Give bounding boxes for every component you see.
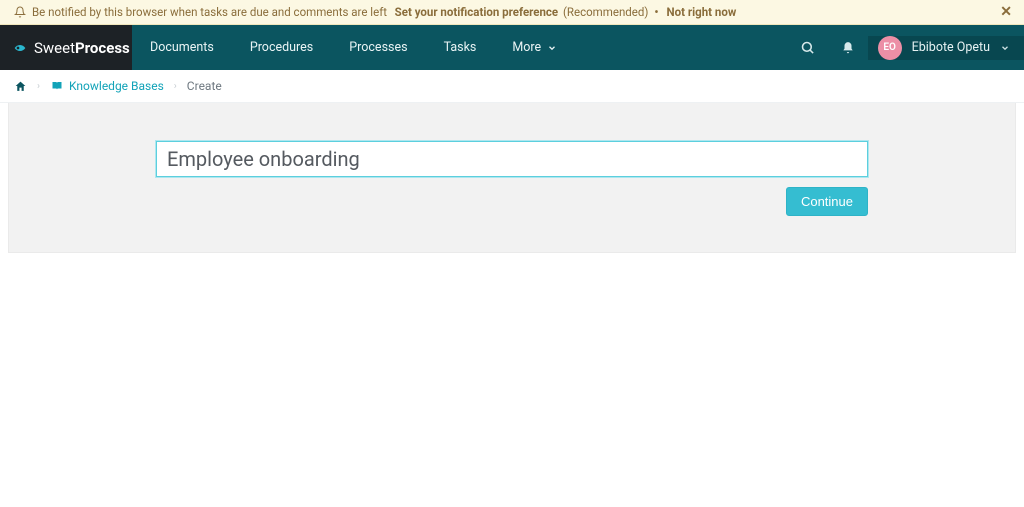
home-icon[interactable] bbox=[14, 80, 27, 93]
breadcrumb-separator: › bbox=[174, 81, 177, 92]
nav-right: EO Ebibote Opetu bbox=[788, 25, 1024, 70]
breadcrumb-current: Create bbox=[187, 79, 222, 93]
bell-icon bbox=[14, 6, 26, 18]
notification-bar: Be notified by this browser when tasks a… bbox=[0, 0, 1024, 25]
notification-message: Be notified by this browser when tasks a… bbox=[32, 5, 387, 19]
user-name: Ebibote Opetu bbox=[912, 40, 990, 55]
nav-processes[interactable]: Processes bbox=[331, 25, 425, 70]
content-area: Continue bbox=[0, 103, 1024, 253]
close-icon[interactable]: ✕ bbox=[1000, 4, 1012, 20]
chevron-down-icon bbox=[547, 43, 557, 53]
nav-tasks[interactable]: Tasks bbox=[426, 25, 495, 70]
not-right-now-link[interactable]: Not right now bbox=[667, 5, 737, 19]
brand-logo[interactable]: SweetProcess bbox=[0, 25, 132, 70]
breadcrumb: › Knowledge Bases › Create bbox=[0, 70, 1024, 103]
brand-text-2: Process bbox=[75, 39, 130, 57]
book-icon bbox=[50, 80, 64, 92]
recommended-label: (Recommended) bbox=[563, 5, 648, 19]
breadcrumb-kb-label: Knowledge Bases bbox=[69, 79, 164, 93]
brand-text-1: Sweet bbox=[34, 39, 75, 57]
continue-button[interactable]: Continue bbox=[786, 187, 868, 216]
separator-dot: • bbox=[654, 5, 658, 19]
breadcrumb-knowledge-bases[interactable]: Knowledge Bases bbox=[50, 79, 164, 93]
nav-documents[interactable]: Documents bbox=[132, 25, 232, 70]
logo-icon bbox=[12, 40, 28, 56]
search-icon[interactable] bbox=[788, 40, 828, 55]
nav-items: Documents Procedures Processes Tasks Mor… bbox=[132, 25, 788, 70]
create-panel: Continue bbox=[8, 103, 1016, 253]
avatar: EO bbox=[878, 36, 902, 60]
nav-more-label: More bbox=[512, 40, 541, 55]
top-nav: SweetProcess Documents Procedures Proces… bbox=[0, 25, 1024, 70]
nav-procedures[interactable]: Procedures bbox=[232, 25, 331, 70]
notifications-icon[interactable] bbox=[828, 41, 868, 55]
set-notification-preference-link[interactable]: Set your notification preference bbox=[395, 5, 558, 19]
chevron-down-icon bbox=[1000, 43, 1010, 53]
user-menu[interactable]: EO Ebibote Opetu bbox=[868, 36, 1024, 60]
breadcrumb-separator: › bbox=[37, 81, 40, 92]
nav-more[interactable]: More bbox=[494, 25, 575, 70]
kb-title-input[interactable] bbox=[156, 141, 868, 177]
